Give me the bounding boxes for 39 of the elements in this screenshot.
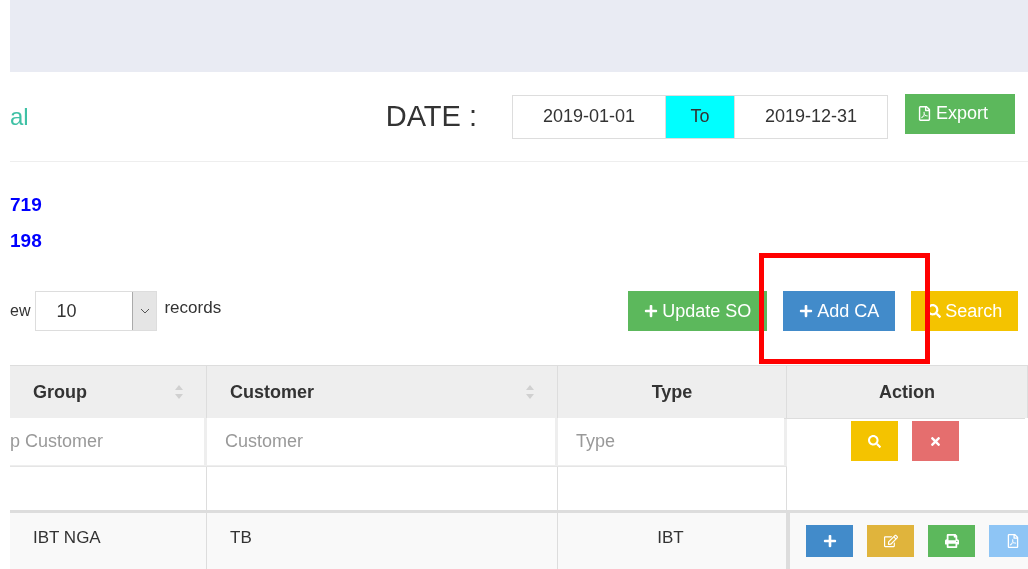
search-icon (867, 434, 881, 448)
filter-field[interactable]: p Customer (10, 418, 207, 465)
filter-field[interactable]: Type (558, 418, 787, 465)
filter-field[interactable]: Customer (207, 418, 558, 465)
sort-icon (526, 384, 534, 400)
sort-icon (175, 384, 183, 400)
date-to-field[interactable]: 2019-12-31 (734, 95, 887, 138)
search-icon (927, 304, 942, 318)
print-button[interactable] (928, 525, 975, 557)
table-cell: IBT (657, 528, 684, 547)
table-cell: IBT NGA (33, 528, 101, 547)
column-title: Group (33, 380, 87, 404)
column-title: Customer (230, 380, 314, 404)
search-button[interactable] (850, 421, 898, 461)
plus-icon (799, 304, 814, 318)
printer-icon (944, 534, 959, 548)
edit-button[interactable] (867, 525, 914, 557)
clear-button[interactable] (911, 421, 959, 461)
to-label: To (666, 95, 734, 138)
edit-icon (883, 534, 898, 548)
column-title: Action (879, 380, 935, 404)
records-select[interactable]: 10 (35, 291, 158, 331)
pdf-icon (1005, 534, 1020, 548)
add-ca-button[interactable]: Add CA (783, 291, 896, 331)
total-value: 198 (10, 230, 43, 252)
records-label: records (164, 297, 222, 320)
close-icon (928, 434, 942, 448)
plus-icon (822, 534, 837, 548)
table-cell: TB (230, 528, 252, 547)
total-value: 719 (10, 194, 43, 216)
plus-icon (644, 304, 659, 318)
pdf-button[interactable] (989, 525, 1028, 557)
column-title: Type (651, 380, 693, 404)
date-label: DATE : (385, 98, 477, 134)
show-label: ew (10, 301, 31, 321)
pdf-icon (917, 106, 932, 121)
chevron-icon (139, 308, 150, 314)
add-button[interactable] (806, 525, 853, 557)
page-title: al (10, 104, 29, 129)
